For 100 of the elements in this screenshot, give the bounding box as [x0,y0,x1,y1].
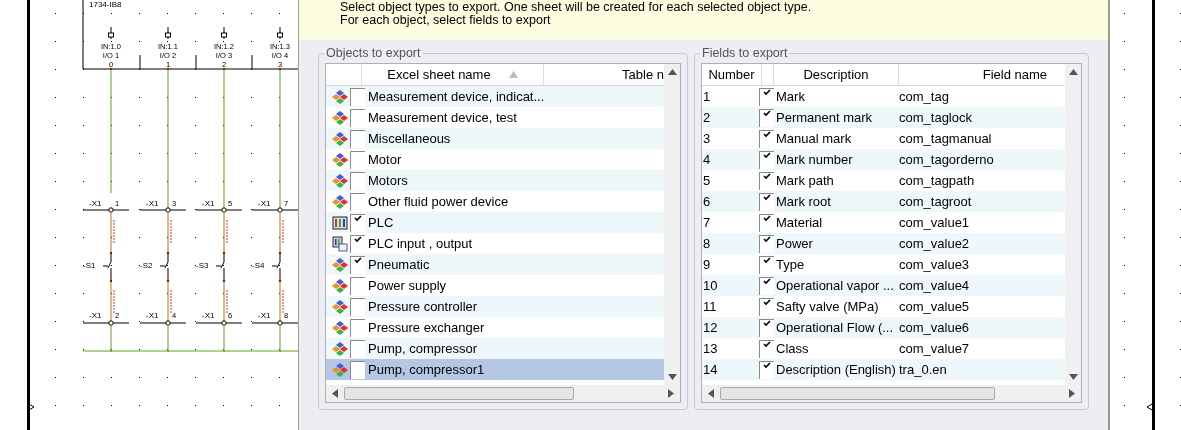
field-row[interactable]: 8 Power com_value2 [702,233,1065,254]
checkbox[interactable] [350,192,365,211]
checkbox[interactable] [350,87,365,106]
checkbox[interactable] [759,171,774,190]
checkbox[interactable] [759,276,774,295]
field-name: com_value1 [899,213,970,232]
sheet-name: Pump, compressor1 [367,360,485,379]
checkbox[interactable] [350,213,365,232]
field-name: com_value2 [899,234,970,253]
vertical-scrollbar[interactable] [664,64,680,385]
object-row[interactable]: Pump, compressor1 [326,359,664,380]
field-row[interactable]: 12 Operational Flow (... com_value6 [702,317,1065,338]
checkbox[interactable] [350,255,365,274]
field-row[interactable]: 10 Operational vapor ... com_value4 [702,275,1065,296]
column-header[interactable]: Field name [899,64,1065,85]
checkbox[interactable] [759,297,774,316]
sheet-name: Motor [367,150,402,169]
horizontal-scrollbar[interactable] [702,385,1081,402]
checkbox[interactable] [759,213,774,232]
field-name: com_tag [899,87,949,106]
field-number: 8 [702,234,712,253]
checkbox[interactable] [350,297,365,316]
field-row[interactable]: 4 Mark number com_tagorderno [702,149,1065,170]
sheet-name: Motors [367,171,408,190]
checkbox[interactable] [759,108,774,127]
sheet-name: PLC [367,213,394,232]
checkbox[interactable] [350,339,365,358]
object-row[interactable]: Measurement device, indicat... [326,86,664,107]
field-number: 13 [702,339,719,358]
column-header[interactable]: Excel sheet name [362,64,544,85]
object-row[interactable]: Pneumatic [326,254,664,275]
field-description: Mark root [775,192,832,211]
sheet-name: Measurement device, indicat... [367,87,545,106]
check-icon [354,214,362,222]
field-name: com_value5 [899,297,970,316]
check-icon [763,361,771,369]
column-header[interactable]: Number [702,64,762,85]
cubes-icon [332,319,348,336]
scroll-down-icon [667,374,677,380]
cubes-icon [332,172,348,189]
checkbox[interactable] [350,360,365,379]
sheet-name: Pump, compressor [367,339,478,358]
field-name: com_tagmanual [899,129,992,148]
field-description: Mark path [775,171,835,190]
module-label: 1734-IB8 [89,0,122,9]
field-description: Operational vapor ... [775,276,895,295]
checkbox[interactable] [350,150,365,169]
sheet-name: Power supply [367,276,447,295]
field-description: Permanent mark [775,108,874,127]
object-row[interactable]: Pressure controller [326,296,664,317]
field-number: 5 [702,171,712,190]
check-icon [763,88,771,96]
cubes-icon [332,151,348,168]
cubes-icon [332,109,348,126]
field-row[interactable]: 14 Description (English) tra_0.en [702,359,1065,380]
scroll-right-icon [1069,389,1075,398]
checkbox[interactable] [350,276,365,295]
checkbox[interactable] [350,171,365,190]
check-icon [763,193,771,201]
checkbox[interactable] [350,234,365,253]
column-header[interactable]: Table n [544,64,664,85]
checkbox[interactable] [350,108,365,127]
object-row[interactable]: Motors [326,170,664,191]
checkbox[interactable] [350,129,365,148]
field-number: 7 [702,213,712,232]
sheet-name: PLC input , output [367,234,473,253]
checkbox[interactable] [759,87,774,106]
object-row[interactable]: Miscellaneous [326,128,664,149]
group-title: Objects to export [324,46,423,60]
scroll-left-icon [708,389,714,398]
object-row[interactable]: PLC [326,212,664,233]
check-icon [763,235,771,243]
info-text: For each object, select fields to export [340,14,552,27]
field-row[interactable]: 6 Mark root com_tagroot [702,191,1065,212]
checkbox[interactable] [759,129,774,148]
field-name: com_tagroot [899,192,972,211]
checkbox[interactable] [759,150,774,169]
sheet-name: Measurement device, test [367,108,517,127]
field-row[interactable]: 2 Permanent mark com_taglock [702,107,1065,128]
checkbox[interactable] [759,255,774,274]
checkbox[interactable] [759,318,774,337]
checkbox[interactable] [350,318,365,337]
check-icon [763,319,771,327]
horizontal-scrollbar[interactable] [326,385,680,402]
field-number: 9 [702,255,712,274]
column-header[interactable]: Description [774,64,899,85]
field-description: Mark [775,87,806,106]
field-name: com_taglock [899,108,972,127]
checkbox[interactable] [759,234,774,253]
field-description: Class [775,339,810,358]
object-row[interactable]: Pump, compressor [326,338,664,359]
field-description: Description (English) [775,360,897,379]
vertical-scrollbar[interactable] [1065,64,1081,385]
checkbox[interactable] [759,192,774,211]
scroll-right-icon [668,389,674,398]
checkbox[interactable] [759,339,774,358]
check-icon [763,214,771,222]
checkbox[interactable] [759,360,774,379]
cubes-icon [332,340,348,357]
field-number: 11 [702,297,718,316]
